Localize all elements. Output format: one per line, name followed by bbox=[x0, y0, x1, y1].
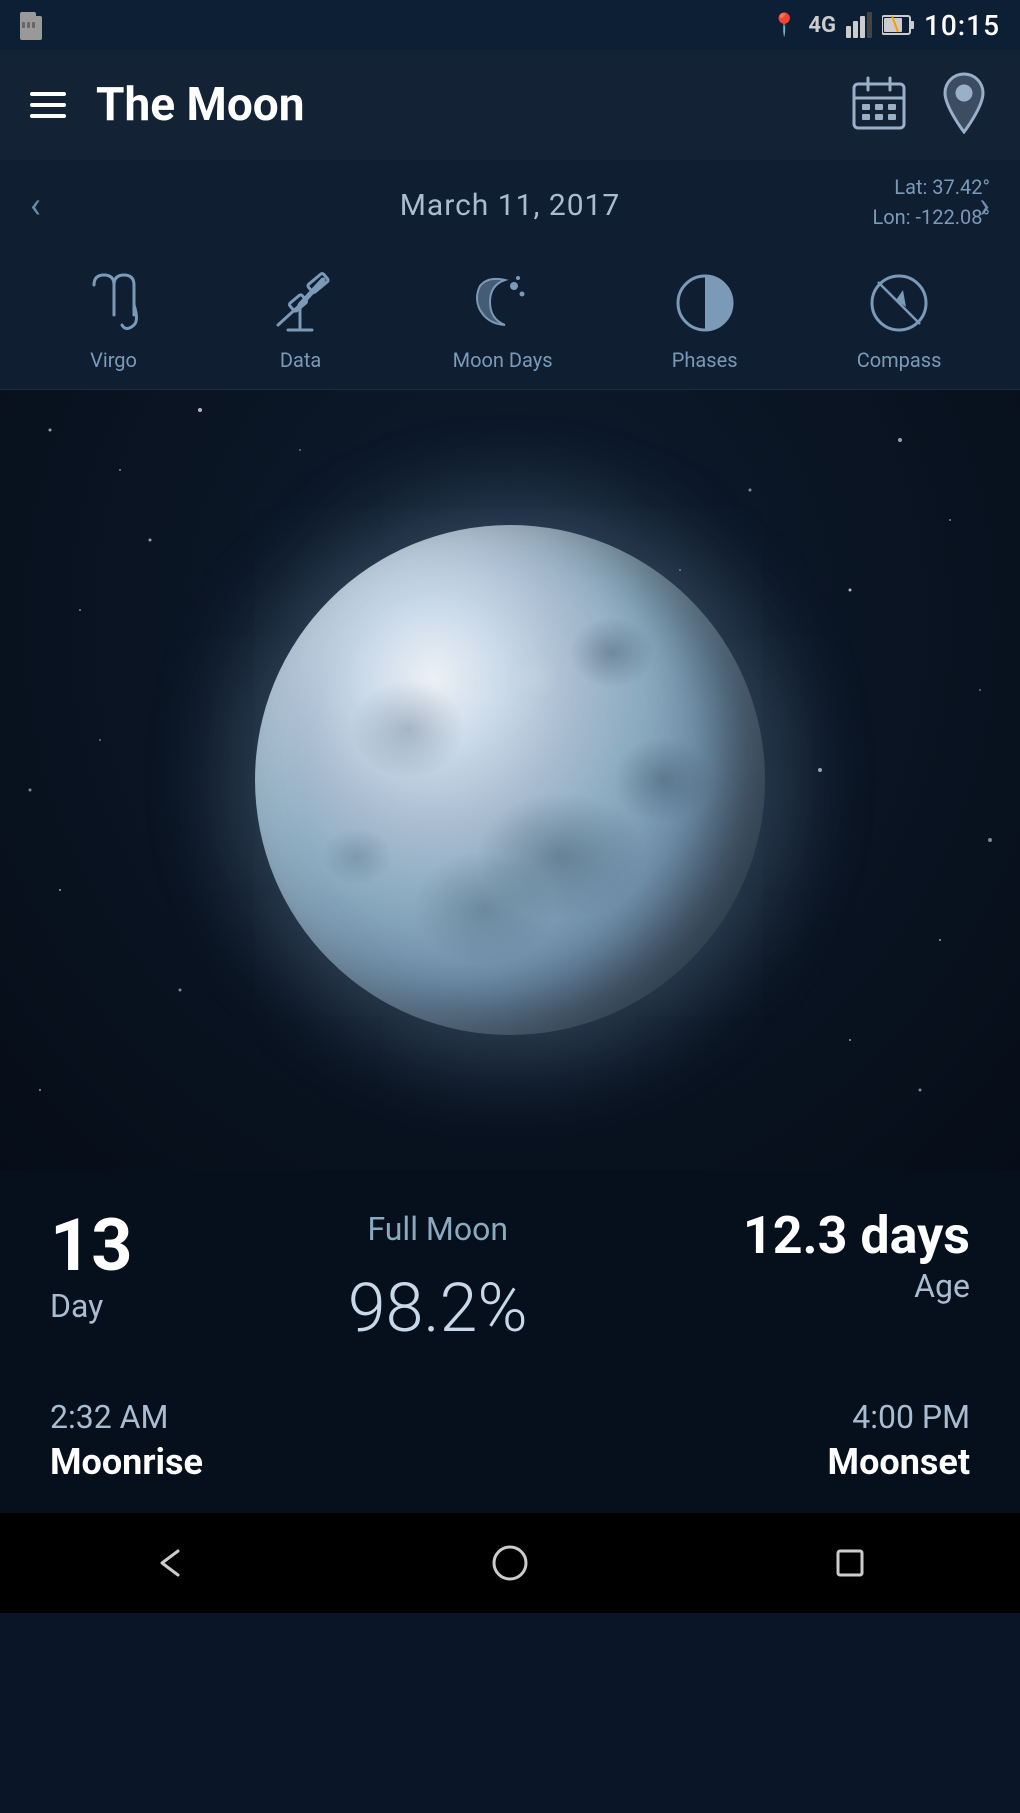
data-icon-item[interactable]: Data bbox=[266, 268, 336, 372]
phase-center-info: Full Moon 98.2% bbox=[348, 1210, 528, 1378]
info-row-primary: 13 Day Full Moon 98.2% 12.3 days Age bbox=[50, 1210, 970, 1378]
age-info: 12.3 days Age bbox=[743, 1210, 970, 1305]
date-nav: ‹ March 11, 2017 › Lat: 37.42° Lon: -122… bbox=[0, 160, 1020, 250]
moon-image bbox=[255, 525, 765, 1035]
location-status-icon: 📍 bbox=[771, 13, 798, 38]
back-button[interactable] bbox=[150, 1543, 190, 1583]
moon-display-area bbox=[0, 390, 1020, 1170]
app-bar-right bbox=[850, 72, 990, 138]
moonrise-info: 2:32 AM Moonrise bbox=[50, 1398, 203, 1483]
moonset-info: 4:00 PM Moonset bbox=[828, 1398, 970, 1483]
current-date: March 11, 2017 bbox=[400, 188, 621, 223]
moon-info-area: 13 Day Full Moon 98.2% 12.3 days Age 2:3… bbox=[0, 1170, 1020, 1513]
signal-status: 4G bbox=[808, 13, 836, 38]
prev-date-button[interactable]: ‹ bbox=[30, 184, 41, 226]
compass-icon-item[interactable]: Compass bbox=[857, 268, 942, 372]
home-button[interactable] bbox=[490, 1543, 530, 1583]
app-bar-left: The Moon bbox=[30, 78, 305, 132]
calendar-button[interactable] bbox=[850, 74, 908, 136]
telescope-icon bbox=[266, 268, 336, 338]
phases-icon-item[interactable]: Phases bbox=[670, 268, 740, 372]
system-nav-bar bbox=[0, 1513, 1020, 1613]
longitude: Lon: -122.08° bbox=[873, 202, 991, 232]
virgo-symbol-icon bbox=[79, 268, 149, 338]
moonset-label: Moonset bbox=[828, 1441, 970, 1483]
phases-label: Phases bbox=[672, 348, 738, 372]
moondays-icon-item[interactable]: Moon Days bbox=[453, 268, 553, 372]
battery-icon bbox=[882, 14, 914, 36]
status-time: 10:15 bbox=[924, 9, 1000, 42]
location-button[interactable] bbox=[938, 72, 990, 138]
moondays-label: Moon Days bbox=[453, 348, 553, 372]
coordinates: Lat: 37.42° Lon: -122.08° bbox=[873, 172, 991, 232]
latitude: Lat: 37.42° bbox=[873, 172, 991, 202]
status-bar: 📍 4G 10:15 bbox=[0, 0, 1020, 50]
day-label: Day bbox=[50, 1287, 103, 1325]
compass-label: Compass bbox=[857, 348, 942, 372]
data-label: Data bbox=[280, 348, 321, 372]
age-label: Age bbox=[914, 1267, 970, 1305]
info-row-rise-set: 2:32 AM Moonrise 4:00 PM Moonset bbox=[50, 1398, 970, 1483]
age-value: 12.3 days bbox=[743, 1210, 970, 1262]
status-icons: 📍 4G 10:15 bbox=[771, 9, 1000, 42]
signal-bars-icon bbox=[846, 12, 872, 38]
virgo-icon-item[interactable]: Virgo bbox=[79, 268, 149, 372]
day-number: 13 bbox=[50, 1210, 133, 1282]
quick-icons-row: Virgo Data Moon Days bbox=[0, 250, 1020, 390]
illumination-percent: 98.2% bbox=[348, 1268, 528, 1348]
moon-crescent-icon bbox=[468, 268, 538, 338]
phases-circle-icon bbox=[670, 268, 740, 338]
virgo-label: Virgo bbox=[90, 348, 137, 372]
phase-name: Full Moon bbox=[367, 1210, 508, 1248]
moonrise-label: Moonrise bbox=[50, 1441, 203, 1483]
sd-card-icon bbox=[20, 12, 42, 44]
moonset-time: 4:00 PM bbox=[852, 1398, 970, 1436]
compass-circle-icon bbox=[864, 268, 934, 338]
app-bar: The Moon bbox=[0, 50, 1020, 160]
recents-button[interactable] bbox=[830, 1543, 870, 1583]
app-title: The Moon bbox=[96, 78, 305, 132]
moonrise-time: 2:32 AM bbox=[50, 1398, 203, 1436]
hamburger-menu[interactable] bbox=[30, 92, 66, 118]
day-info: 13 Day bbox=[50, 1210, 133, 1325]
